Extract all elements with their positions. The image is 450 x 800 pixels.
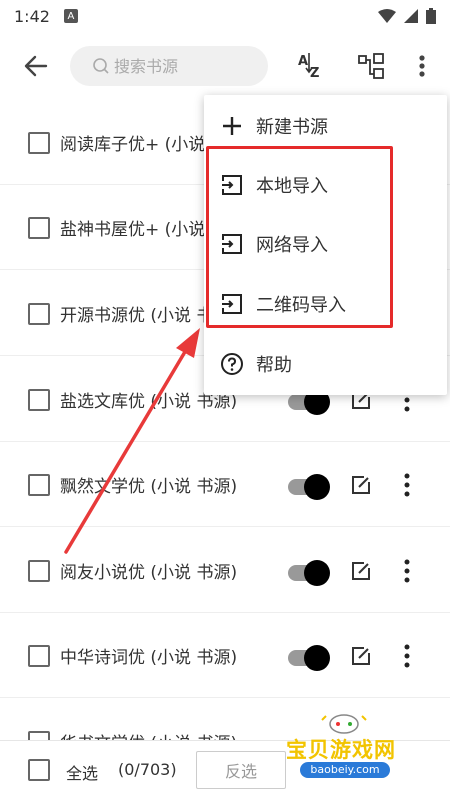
menu-label: 新建书源 xyxy=(256,117,328,138)
list-item[interactable]: 飘然文学优 (小说 书源) xyxy=(0,442,450,527)
menu-label: 二维码导入 xyxy=(256,295,346,316)
row-checkbox[interactable] xyxy=(28,560,50,582)
menu-item-qr-import[interactable]: 二维码导入 xyxy=(204,275,447,333)
status-icons xyxy=(378,8,436,24)
menu-item-help[interactable]: 帮助 xyxy=(204,335,447,393)
menu-label: 帮助 xyxy=(256,355,292,376)
edit-icon[interactable] xyxy=(350,645,372,667)
menu-item-local-import[interactable]: 本地导入 xyxy=(204,156,447,214)
invert-selection-button[interactable]: 反选 xyxy=(196,751,286,789)
select-all-checkbox[interactable] xyxy=(28,759,50,781)
row-more-icon[interactable] xyxy=(400,472,414,498)
list-item[interactable]: 中华诗词优 (小说 书源) xyxy=(0,613,450,698)
search-box[interactable] xyxy=(70,46,268,86)
menu-item-network-import[interactable]: 网络导入 xyxy=(204,215,447,273)
import-icon xyxy=(222,234,242,254)
wifi-icon xyxy=(378,9,396,23)
watermark-url: baobeiy.com xyxy=(300,762,390,778)
search-icon xyxy=(93,58,109,74)
menu-label: 网络导入 xyxy=(256,235,328,256)
row-checkbox[interactable] xyxy=(28,645,50,667)
source-name: 中华诗词优 (小说 书源) xyxy=(60,648,238,668)
toolbar: A Z xyxy=(0,36,450,98)
source-name: 华书文学优 (小说 书源) xyxy=(60,729,237,740)
row-checkbox[interactable] xyxy=(28,303,50,325)
row-more-icon[interactable] xyxy=(400,558,414,584)
group-icon[interactable] xyxy=(356,50,386,82)
signal-icon xyxy=(404,9,418,23)
status-time: 1:42 xyxy=(14,6,50,26)
import-icon xyxy=(222,294,242,314)
status-bar: 1:42 A xyxy=(0,0,450,32)
enable-toggle[interactable] xyxy=(288,474,330,500)
row-checkbox[interactable] xyxy=(28,217,50,239)
menu-item-new-source[interactable]: 新建书源 xyxy=(204,97,447,155)
row-checkbox[interactable] xyxy=(28,731,50,740)
row-checkbox[interactable] xyxy=(28,474,50,496)
select-all-label[interactable]: 全选 xyxy=(66,760,98,784)
help-icon xyxy=(221,353,243,375)
overflow-menu: 新建书源 本地导入 网络导入 二维码导入 帮助 xyxy=(204,95,447,395)
list-item[interactable]: 阅友小说优 (小说 书源) xyxy=(0,528,450,613)
add-icon xyxy=(223,117,241,135)
import-icon xyxy=(222,175,242,195)
back-arrow-icon[interactable] xyxy=(22,52,50,80)
source-name: 飘然文学优 (小说 书源) xyxy=(60,477,238,497)
enable-toggle[interactable] xyxy=(288,645,330,671)
more-vert-icon[interactable] xyxy=(410,50,434,82)
menu-label: 本地导入 xyxy=(256,176,328,197)
battery-icon xyxy=(426,8,436,24)
watermark-title: 宝贝游戏网 xyxy=(286,738,396,762)
sort-az-button[interactable]: A Z xyxy=(296,50,326,82)
search-input[interactable] xyxy=(114,56,264,76)
edit-icon[interactable] xyxy=(350,474,372,496)
select-count: (0/703) xyxy=(118,760,177,779)
sort-az-icon: A Z xyxy=(298,53,319,81)
row-checkbox[interactable] xyxy=(28,389,50,411)
row-checkbox[interactable] xyxy=(28,132,50,154)
edit-icon[interactable] xyxy=(350,560,372,582)
svg-text:A: A xyxy=(298,54,308,69)
row-more-icon[interactable] xyxy=(400,643,414,669)
notification-a-icon: A xyxy=(63,9,78,23)
source-name: 阅友小说优 (小说 书源) xyxy=(60,563,238,583)
enable-toggle[interactable] xyxy=(288,560,330,586)
